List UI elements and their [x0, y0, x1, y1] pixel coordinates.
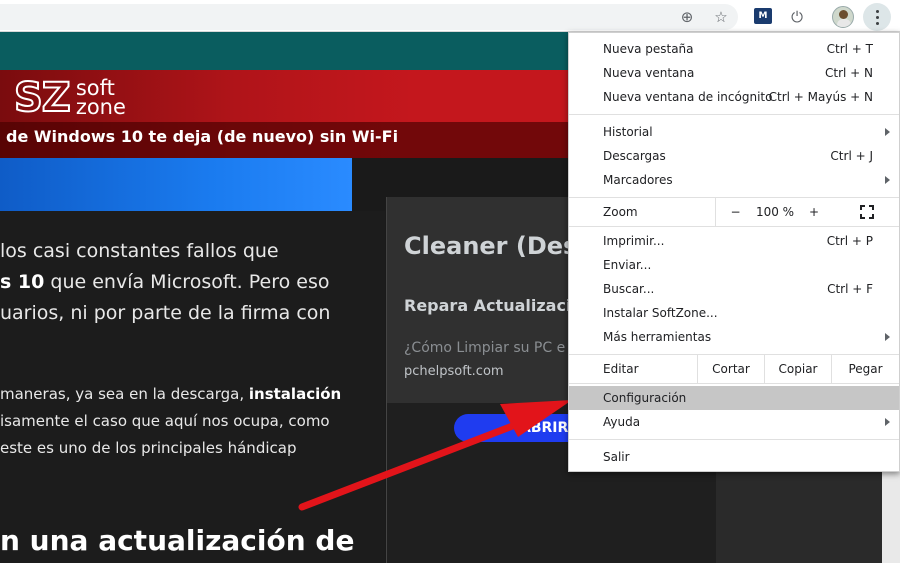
logo-words: soft zone	[75, 78, 126, 119]
zoom-label: Zoom	[603, 205, 638, 219]
ad-url[interactable]: pchelpsoft.com	[404, 364, 504, 379]
menu-label: Imprimir...	[603, 234, 665, 248]
menu-item-downloads[interactable]: Descargas Ctrl + J	[569, 144, 899, 168]
menu-shortcut: Ctrl + P	[826, 234, 873, 248]
zoom-out-button[interactable]: −	[715, 198, 755, 226]
menu-label: Enviar...	[603, 258, 652, 272]
zoom-level: 100 %	[755, 205, 795, 219]
fullscreen-icon	[860, 205, 874, 219]
paste-button[interactable]: Pegar	[831, 355, 899, 383]
extension-m-icon[interactable]: M	[754, 8, 772, 24]
chrome-main-menu: Nueva pestaña Ctrl + T Nueva ventana Ctr…	[568, 32, 900, 472]
menu-shortcut: Ctrl + N	[824, 66, 873, 80]
menu-item-find[interactable]: Buscar... Ctrl + F	[569, 277, 899, 301]
logo-mark: SZ	[13, 75, 72, 121]
menu-label: Más herramientas	[603, 330, 712, 344]
menu-label: Nueva ventana	[603, 66, 695, 80]
menu-label: Nueva pestaña	[603, 42, 694, 56]
paragraph-2-line-3: este es uno de los principales hándicap	[0, 439, 297, 457]
menu-shortcut: Ctrl + F	[827, 282, 873, 296]
ad-description: ¿Cómo Limpiar su PC e	[404, 340, 566, 356]
menu-shortcut: Ctrl + J	[830, 149, 873, 163]
copy-button[interactable]: Copiar	[764, 355, 831, 383]
menu-item-incognito[interactable]: Nueva ventana de incógnito Ctrl + Mayús …	[569, 85, 899, 109]
paragraph-2-bold: instalación	[248, 385, 342, 403]
paragraph-2-line-2: isamente el caso que aquí nos ocupa, com…	[0, 412, 330, 430]
browser-toolbar: ⊕ ☆ M ⏻	[0, 0, 900, 32]
menu-label: Configuración	[603, 391, 687, 405]
ad-subtitle: Repara Actualizació	[404, 296, 583, 315]
paragraph-2-line-1: maneras, ya sea en la descarga, instalac…	[0, 385, 341, 403]
submenu-arrow-icon	[885, 418, 890, 426]
menu-label: Instalar SoftZone...	[603, 306, 718, 320]
paragraph-1-line-3: uarios, ni por parte de la firma con	[0, 302, 331, 324]
avatar-head	[839, 10, 848, 19]
profile-avatar[interactable]	[832, 6, 854, 28]
paragraph-1-line-1: los casi constantes fallos que	[0, 240, 279, 262]
menu-item-cast[interactable]: Enviar...	[569, 253, 899, 277]
breaking-headline[interactable]: de Windows 10 te deja (de nuevo) sin Wi-…	[6, 127, 398, 146]
menu-item-new-window[interactable]: Nueva ventana Ctrl + N	[569, 61, 899, 85]
paragraph-1-bold: s 10	[0, 271, 45, 293]
menu-separator	[569, 114, 899, 115]
menu-edit-row: Editar Cortar Copiar Pegar	[569, 355, 899, 383]
menu-shortcut: Ctrl + Mayús + N	[768, 90, 873, 104]
avatar-body	[837, 19, 851, 27]
menu-shortcut: Ctrl + T	[826, 42, 873, 56]
submenu-arrow-icon	[885, 333, 890, 341]
edit-label: Editar	[603, 362, 639, 376]
fullscreen-button[interactable]	[835, 198, 899, 226]
menu-label: Ayuda	[603, 415, 641, 429]
menu-separator	[569, 226, 899, 227]
cut-button[interactable]: Cortar	[697, 355, 764, 383]
page-scrollbar[interactable]	[882, 460, 900, 563]
site-logo[interactable]: SZ soft zone	[13, 75, 126, 121]
paragraph-1-line-2-rest: que envía Microsoft. Pero eso	[44, 271, 330, 293]
menu-item-exit[interactable]: Salir	[569, 445, 899, 469]
menu-item-history[interactable]: Historial	[569, 120, 899, 144]
submenu-arrow-icon	[885, 128, 890, 136]
ad-title[interactable]: Cleaner (Des	[404, 232, 577, 260]
blue-banner[interactable]	[0, 158, 352, 211]
paragraph-2-line-1-rest: maneras, ya sea en la descarga,	[0, 385, 249, 403]
address-bar[interactable]	[0, 4, 738, 30]
menu-zoom-row: Zoom − 100 % +	[569, 198, 899, 226]
menu-label: Salir	[603, 450, 630, 464]
submenu-arrow-icon	[885, 176, 890, 184]
plus-circle-icon[interactable]: ⊕	[676, 6, 698, 28]
menu-label: Historial	[603, 125, 653, 139]
logo-word-zone: zone	[75, 95, 126, 119]
menu-label: Nueva ventana de incógnito	[603, 90, 773, 104]
star-icon[interactable]: ☆	[710, 6, 732, 28]
menu-item-bookmarks[interactable]: Marcadores	[569, 168, 899, 192]
zoom-in-button[interactable]: +	[795, 198, 833, 226]
paragraph-1-line-2: s 10 que envía Microsoft. Pero eso	[0, 271, 329, 293]
menu-separator	[569, 439, 899, 440]
menu-item-settings[interactable]: Configuración	[569, 386, 899, 410]
section-title: n una actualización de	[0, 524, 355, 557]
menu-separator	[569, 383, 899, 384]
menu-item-print[interactable]: Imprimir... Ctrl + P	[569, 229, 899, 253]
three-dots-vertical-icon[interactable]	[863, 3, 891, 31]
power-icon[interactable]: ⏻	[786, 6, 808, 28]
menu-label: Descargas	[603, 149, 666, 163]
menu-item-new-tab[interactable]: Nueva pestaña Ctrl + T	[569, 37, 899, 61]
menu-item-help[interactable]: Ayuda	[569, 410, 899, 434]
sidebar-dark-block	[716, 460, 884, 563]
menu-item-more-tools[interactable]: Más herramientas	[569, 325, 899, 349]
menu-item-install-app[interactable]: Instalar SoftZone...	[569, 301, 899, 325]
menu-label: Buscar...	[603, 282, 655, 296]
menu-label: Marcadores	[603, 173, 673, 187]
